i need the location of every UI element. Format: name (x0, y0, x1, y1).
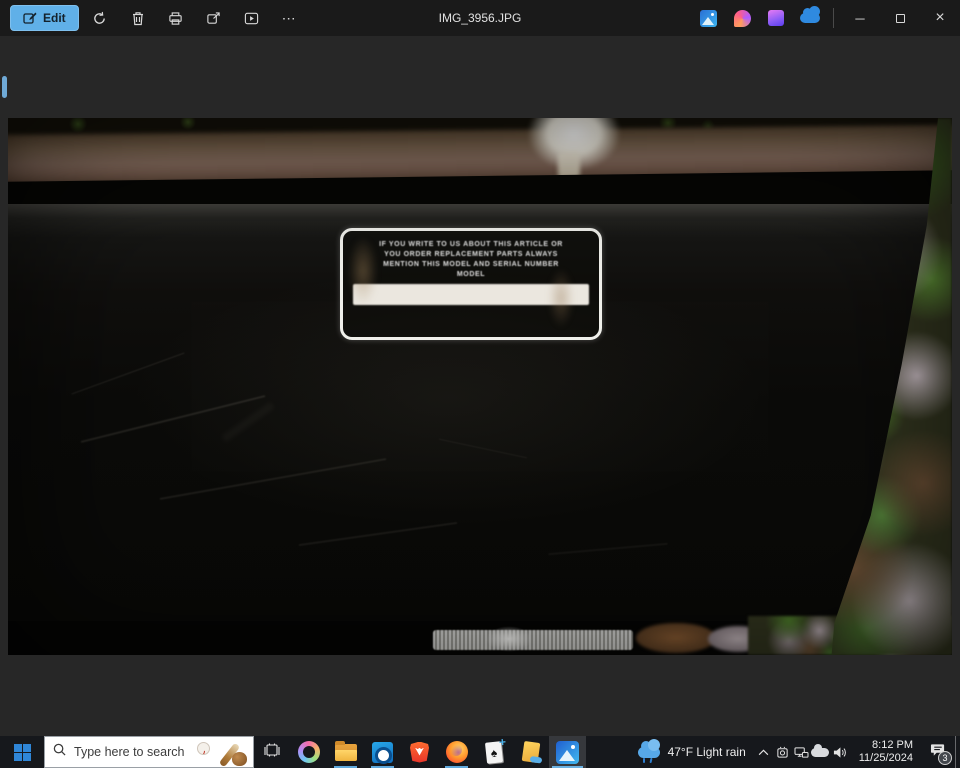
firefox-icon (445, 741, 468, 763)
slideshow-button[interactable] (235, 4, 269, 32)
taskbar: ♠ 47°F Light rain (0, 736, 960, 768)
titlebar-right: ─ × (691, 0, 960, 36)
volume-button[interactable] (830, 736, 849, 768)
label-dirt-smudge (348, 236, 378, 306)
taskbar-app-file-explorer[interactable] (327, 736, 364, 768)
maximize-button[interactable] (880, 0, 920, 36)
printer-icon (168, 11, 183, 26)
trash-icon (131, 11, 145, 26)
device-icon (776, 746, 789, 759)
network-button[interactable] (792, 736, 811, 768)
rotate-icon (92, 11, 107, 26)
print-button[interactable] (159, 4, 193, 32)
label-dirt-smudge (548, 268, 574, 328)
photo-toolbar: Edit ⋯ (0, 4, 307, 32)
photo-canvas[interactable]: IF YOU WRITE TO US ABOUT THIS ARTICLE OR… (8, 118, 952, 655)
edit-button[interactable]: Edit (10, 5, 79, 31)
taskbar-app-solitaire[interactable]: ♠ (475, 736, 512, 768)
volume-icon (832, 746, 847, 759)
task-view-icon (264, 742, 280, 763)
onedrive-app-button[interactable] (793, 4, 827, 32)
more-icon: ⋯ (281, 9, 298, 26)
raindrop-icon (642, 757, 645, 763)
taskbar-app-notes[interactable] (512, 736, 549, 768)
taskbar-app-copilot[interactable] (290, 736, 327, 768)
designer-app-button[interactable] (725, 4, 759, 32)
taskbar-app-photos[interactable] (549, 736, 586, 768)
search-doodle-baseball (195, 740, 247, 768)
search-icon (53, 743, 66, 761)
edit-pencil-icon (23, 11, 37, 25)
baseball-glove-icon (232, 752, 247, 766)
onedrive-tray-button[interactable] (811, 736, 830, 768)
taskbar-search[interactable] (44, 736, 254, 768)
notes-icon (521, 740, 540, 764)
maximize-icon (895, 13, 905, 23)
titlebar-divider (833, 8, 834, 28)
weather-rain-icon (637, 738, 660, 763)
notification-count-badge: 3 (938, 751, 952, 765)
see-more-button[interactable]: ⋯ (273, 4, 307, 32)
label-line-2: YOU ORDER REPLACEMENT PARTS ALWAYS (384, 251, 558, 258)
notification-center-button[interactable]: 3 (921, 736, 955, 768)
start-button[interactable] (0, 736, 44, 768)
onedrive-tray-cloud-icon (811, 743, 830, 757)
system-tray: 47°F Light rain 8:12 PM 11/25/2024 3 (630, 736, 960, 768)
windows-logo-icon (13, 743, 31, 761)
delete-button[interactable] (121, 4, 155, 32)
edit-button-label: Edit (43, 11, 66, 25)
taskbar-app-firefox[interactable] (438, 736, 475, 768)
chevron-up-icon (758, 749, 769, 756)
file-explorer-icon (334, 740, 357, 761)
label-line-1: IF YOU WRITE TO US ABOUT THIS ARTICLE OR (379, 241, 563, 248)
taskbar-app-brave[interactable] (401, 736, 438, 768)
photo-brown-leaf (636, 623, 716, 653)
weather-text: 47°F Light rain (667, 745, 746, 759)
brave-icon (410, 741, 429, 763)
onedrive-cloud-icon (800, 6, 820, 23)
baseball-icon (197, 742, 210, 755)
slideshow-icon (244, 11, 259, 26)
photos-app-button[interactable] (691, 4, 725, 32)
outlook-icon (372, 741, 393, 764)
taskbar-app-outlook[interactable] (364, 736, 401, 768)
photo-viewer-content: IF YOU WRITE TO US ABOUT THIS ARTICLE OR… (0, 36, 960, 736)
close-button[interactable]: × (920, 0, 960, 36)
task-view-button[interactable] (254, 736, 290, 768)
copilot-icon (297, 741, 320, 763)
titlebar: Edit ⋯ IMG_3956.JPG ─ × (0, 0, 960, 36)
clock-date: 11/25/2024 (858, 752, 913, 764)
photos-icon (699, 9, 717, 27)
designer-icon (733, 9, 751, 27)
clipchamp-app-button[interactable] (759, 4, 793, 32)
clock-time: 8:12 PM (872, 739, 913, 751)
raindrop-icon (649, 757, 653, 763)
show-desktop-button[interactable] (955, 736, 960, 768)
share-button[interactable] (197, 4, 231, 32)
photos-taskbar-icon (556, 740, 579, 764)
solitaire-card-icon: ♠ (484, 740, 503, 764)
weather-widget[interactable]: 47°F Light rain (630, 738, 754, 763)
taskbar-apps: ♠ (290, 736, 586, 768)
clipchamp-icon (768, 10, 784, 26)
search-input[interactable] (74, 745, 184, 759)
photo-rod-highlight (486, 626, 532, 652)
taskbar-clock[interactable]: 8:12 PM 11/25/2024 (849, 739, 921, 765)
rotate-button[interactable] (83, 4, 117, 32)
photo-threaded-rod (433, 630, 633, 650)
hidden-icons-button[interactable] (754, 736, 773, 768)
tray-device-button[interactable] (773, 736, 792, 768)
network-icon (794, 746, 809, 759)
share-icon (206, 11, 221, 26)
scroll-indicator[interactable] (2, 76, 7, 98)
minimize-button[interactable]: ─ (840, 0, 880, 36)
